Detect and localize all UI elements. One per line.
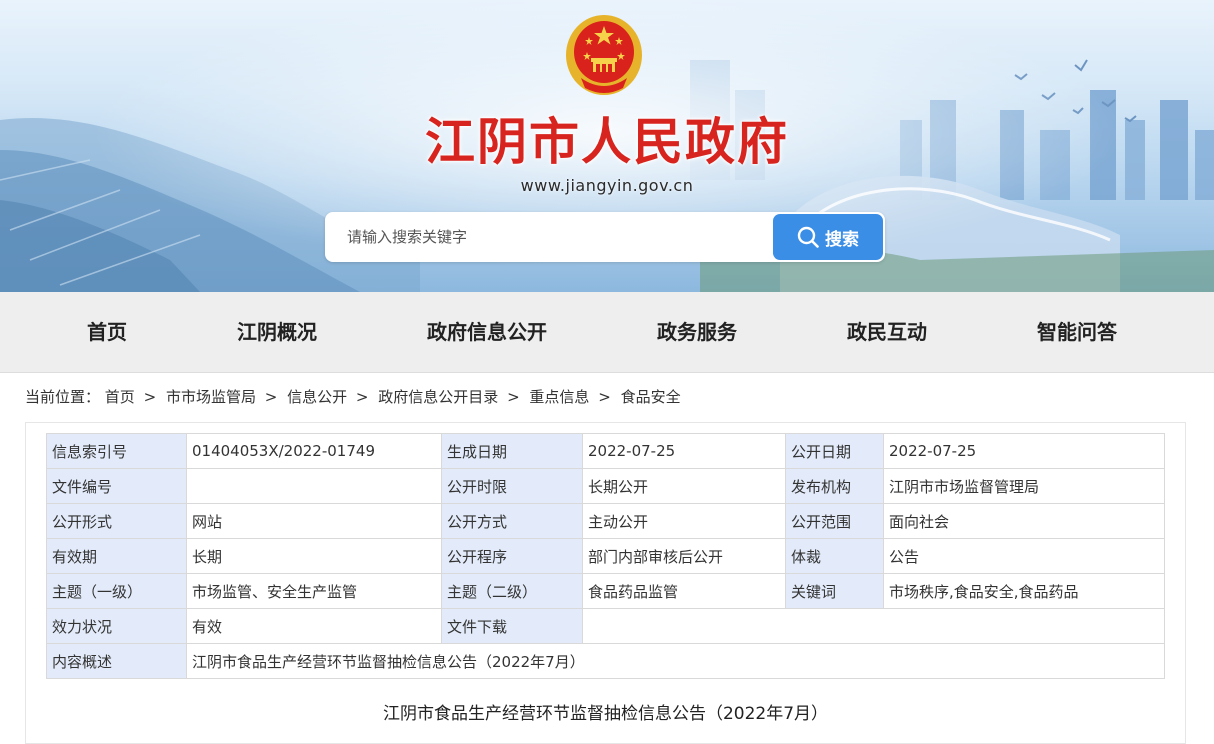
- meta-value: 主动公开: [582, 503, 786, 539]
- meta-label: 公开日期: [785, 433, 884, 469]
- breadcrumb-separator: >: [355, 388, 369, 406]
- breadcrumb: 当前位置： 首页 > 市市场监管局 > 信息公开 > 政府信息公开目录 > 重点…: [25, 386, 681, 407]
- meta-label: 生成日期: [441, 433, 583, 469]
- meta-value: 食品药品监管: [582, 573, 786, 609]
- meta-value: 公告: [883, 538, 1165, 574]
- nav-item-home[interactable]: 首页: [87, 292, 127, 372]
- meta-label: 发布机构: [785, 468, 884, 504]
- meta-label: 效力状况: [46, 608, 187, 644]
- national-emblem-icon: [566, 15, 642, 95]
- table-row: 效力状况 有效 文件下载: [46, 608, 1165, 644]
- search-box: 搜索: [325, 212, 885, 262]
- meta-label: 公开方式: [441, 503, 583, 539]
- meta-label: 关键词: [785, 573, 884, 609]
- meta-label: 公开时限: [441, 468, 583, 504]
- meta-value: 面向社会: [883, 503, 1165, 539]
- breadcrumb-item-info[interactable]: 信息公开: [287, 386, 347, 407]
- article-title: 江阴市食品生产经营环节监督抽检信息公告（2022年7月）: [382, 704, 829, 724]
- table-row: 文件编号 公开时限 长期公开 发布机构 江阴市市场监督管理局: [46, 468, 1165, 504]
- file-download-value: [582, 608, 1165, 644]
- breadcrumb-item-home[interactable]: 首页: [105, 386, 135, 407]
- site-title: 江阴市人民政府: [425, 112, 789, 171]
- meta-label: 主题（二级）: [441, 573, 583, 609]
- main-nav: 首页 江阴概况 政府信息公开 政务服务 政民互动 智能问答: [0, 292, 1214, 373]
- breadcrumb-separator: >: [507, 388, 520, 406]
- search-icon: [797, 226, 819, 248]
- meta-label: 文件编号: [46, 468, 187, 504]
- meta-label: 公开形式: [46, 503, 187, 539]
- meta-value: 长期: [186, 538, 442, 574]
- breadcrumb-item-key-info[interactable]: 重点信息: [529, 386, 589, 407]
- nav-item-interaction[interactable]: 政民互动: [847, 292, 927, 372]
- meta-value: 01404053X/2022-01749: [186, 433, 442, 469]
- meta-value: 2022-07-25: [883, 433, 1165, 469]
- table-row: 公开形式 网站 公开方式 主动公开 公开范围 面向社会: [46, 503, 1165, 539]
- breadcrumb-item-bureau[interactable]: 市市场监管局: [166, 386, 256, 407]
- meta-label: 公开范围: [785, 503, 884, 539]
- meta-value: 长期公开: [582, 468, 786, 504]
- meta-label: 体裁: [785, 538, 884, 574]
- meta-value: 网站: [186, 503, 442, 539]
- breadcrumb-separator: >: [264, 388, 278, 406]
- meta-value: 市场监管、安全生产监管: [186, 573, 442, 609]
- table-row: 有效期 长期 公开程序 部门内部审核后公开 体裁 公告: [46, 538, 1165, 574]
- nav-item-overview[interactable]: 江阴概况: [237, 292, 317, 372]
- nav-item-qa[interactable]: 智能问答: [1037, 292, 1117, 372]
- meta-value: [186, 468, 442, 504]
- breadcrumb-separator: >: [143, 388, 157, 406]
- search-button-label: 搜索: [825, 229, 859, 250]
- meta-value: 江阴市食品生产经营环节监督抽检信息公告（2022年7月）: [186, 643, 1165, 679]
- meta-value: 有效: [186, 608, 442, 644]
- nav-item-gov-info[interactable]: 政府信息公开: [427, 292, 547, 372]
- meta-label: 有效期: [46, 538, 187, 574]
- info-meta-table: 信息索引号 01404053X/2022-01749 生成日期 2022-07-…: [46, 433, 1165, 679]
- search-button[interactable]: 搜索: [773, 214, 883, 260]
- site-url: www.jiangyin.gov.cn: [520, 176, 694, 195]
- meta-label: 文件下载: [441, 608, 583, 644]
- breadcrumb-item-catalog[interactable]: 政府信息公开目录: [378, 386, 498, 407]
- table-row: 主题（一级） 市场监管、安全生产监管 主题（二级） 食品药品监管 关键词 市场秩…: [46, 573, 1165, 609]
- meta-label: 公开程序: [441, 538, 583, 574]
- meta-value: 江阴市市场监督管理局: [883, 468, 1165, 504]
- breadcrumb-prefix: 当前位置：: [25, 388, 101, 406]
- table-row: 信息索引号 01404053X/2022-01749 生成日期 2022-07-…: [46, 433, 1165, 469]
- breadcrumb-separator: >: [598, 388, 611, 406]
- meta-value: 部门内部审核后公开: [582, 538, 786, 574]
- meta-label: 主题（一级）: [46, 573, 187, 609]
- meta-label: 信息索引号: [46, 433, 187, 469]
- content-panel: 信息索引号 01404053X/2022-01749 生成日期 2022-07-…: [25, 422, 1186, 744]
- breadcrumb-item-food-safety[interactable]: 食品安全: [621, 386, 681, 407]
- nav-item-services[interactable]: 政务服务: [657, 292, 737, 372]
- header-banner: 江阴市人民政府 www.jiangyin.gov.cn 搜索: [0, 0, 1214, 292]
- meta-value: 市场秩序,食品安全,食品药品: [883, 573, 1165, 609]
- meta-label: 内容概述: [46, 643, 187, 679]
- meta-value: 2022-07-25: [582, 433, 786, 469]
- table-row: 内容概述 江阴市食品生产经营环节监督抽检信息公告（2022年7月）: [46, 643, 1165, 679]
- search-input[interactable]: [337, 222, 787, 252]
